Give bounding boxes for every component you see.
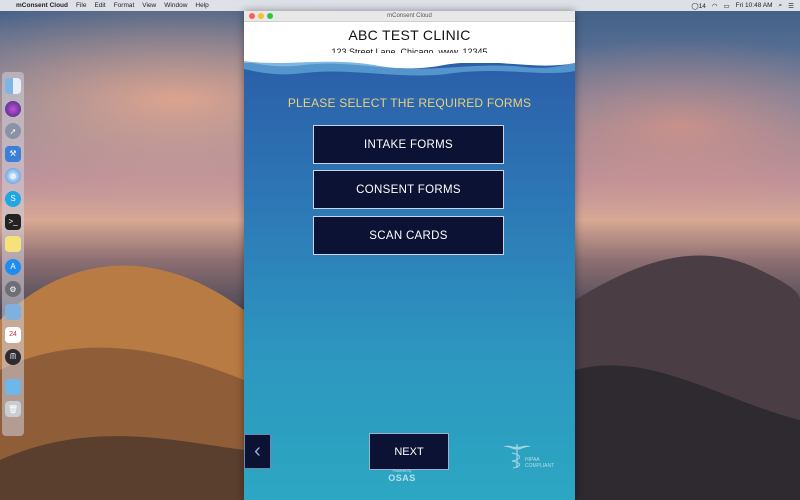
app-store-icon[interactable]: A [5,258,21,275]
calendar-icon[interactable]: 24 [5,326,21,343]
launchpad-icon[interactable]: ➚ [5,123,21,140]
skype-icon[interactable]: S [5,190,21,207]
hipaa-compliant-label: HIPAA COMPLIANT [525,457,554,469]
menu-file[interactable]: File [76,2,86,9]
hipaa-line2: COMPLIANT [525,463,555,469]
battery-icon[interactable]: ▭ [724,2,730,10]
xcode-icon[interactable]: ⚒ [5,145,21,162]
spotlight-search-icon[interactable]: ⌕ [779,2,783,10]
status-count: 14 [698,2,706,10]
powered-by-logo: Powered By OSAS [382,469,422,483]
preview-icon[interactable] [5,303,21,320]
status-circle-icon[interactable]: ◯14 [691,2,706,10]
notes-icon[interactable] [5,236,21,253]
trash-icon[interactable]: 🗑 [5,401,21,418]
select-forms-prompt: PLEASE SELECT THE REQUIRED FORMS [287,96,532,110]
zoom-window-icon[interactable] [267,13,273,19]
next-button[interactable]: NEXT [369,433,449,470]
menu-window[interactable]: Window [164,2,187,9]
header-wave [244,53,575,76]
menu-help[interactable]: Help [195,2,208,9]
main-panel: PLEASE SELECT THE REQUIRED FORMS INTAKE … [244,53,575,500]
window-title: mConsent Cloud [387,13,432,19]
close-window-icon[interactable] [249,13,255,19]
intake-forms-button[interactable]: INTAKE FORMS [313,125,504,164]
company-logo: OSAS [388,473,416,483]
scan-cards-button[interactable]: SCAN CARDS [313,216,504,255]
back-button[interactable]: ‹ [244,434,271,469]
menu-view[interactable]: View [142,2,156,9]
clock[interactable]: Fri 10:48 AM [736,2,773,9]
system-preferences-icon[interactable]: ⚙ [5,281,21,298]
minimize-window-icon[interactable] [258,13,264,19]
wifi-icon[interactable]: ◠ [712,2,718,10]
menu-edit[interactable]: Edit [94,2,105,9]
app-window: mConsent Cloud ABC TEST CLINIC 123 Stree… [244,11,575,500]
consent-forms-button[interactable]: CONSENT FORMS [313,170,504,209]
dock: ➚ ⚒ ⊘ S >_ A ⚙ 24 ᗰ 🗑 [2,72,24,436]
folder-icon[interactable] [5,378,21,395]
window-titlebar: mConsent Cloud [244,11,575,22]
mconsent-icon[interactable]: ᗰ [5,349,21,366]
chevron-left-icon: ‹ [254,440,261,462]
menu-app-name[interactable]: mConsent Cloud [16,2,68,9]
clinic-name: ABC TEST CLINIC [348,27,471,43]
notification-center-icon[interactable]: ☰ [788,2,794,10]
terminal-icon[interactable]: >_ [5,213,21,230]
safari-icon[interactable]: ⊘ [5,168,21,185]
menu-bar: mConsent Cloud File Edit Format View Win… [0,0,800,11]
menu-format[interactable]: Format [114,2,135,9]
finder-icon[interactable] [5,78,21,94]
siri-icon[interactable] [5,100,21,117]
